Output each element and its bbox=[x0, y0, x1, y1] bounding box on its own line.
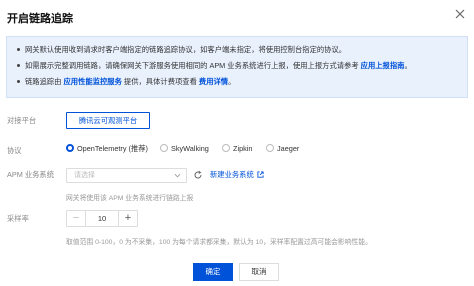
sampling-help-text: 取值范围 0-100，0 为不采集，100 为每个请求都采集，默认为 10，采样… bbox=[66, 239, 372, 246]
bullet-icon bbox=[17, 79, 20, 83]
new-system-link[interactable]: 新建业务系统 bbox=[210, 170, 264, 180]
apm-service-link[interactable]: 应用性能监控服务 bbox=[64, 77, 122, 86]
dialog-title: 开启链路追踪 bbox=[7, 13, 73, 25]
radio-zipkin[interactable]: Zipkin bbox=[222, 144, 252, 156]
sampling-input[interactable]: 10 bbox=[85, 211, 119, 226]
radio-skywalking[interactable]: SkyWalking bbox=[160, 144, 209, 156]
notice-line-1: 网关默认使用收到请求时客户端指定的链路追踪协议，如客户端未指定，将使用控制台指定… bbox=[17, 44, 457, 60]
external-link-icon bbox=[257, 171, 264, 178]
increment-button[interactable]: + bbox=[118, 211, 137, 226]
protocol-label: 协议 bbox=[7, 146, 22, 155]
radio-icon bbox=[160, 144, 168, 153]
cancel-button[interactable]: 取消 bbox=[239, 263, 279, 281]
apm-help-text: 网关将使用该 APM 业务系统进行链路上报 bbox=[66, 195, 194, 202]
radio-opentelemetry[interactable]: OpenTelemetry (推荐) bbox=[66, 144, 148, 156]
radio-checked-icon bbox=[66, 144, 74, 153]
pricing-link[interactable]: 费用详情 bbox=[199, 77, 228, 86]
sampling-label: 采样率 bbox=[7, 214, 29, 223]
info-notice: 网关默认使用收到请求时客户端指定的链路追踪协议，如客户端未指定，将使用控制台指定… bbox=[6, 36, 468, 98]
notice-line-2: 如需展示完整调用链路，请确保网关下游服务使用相同的 APM 业务系统进行上报，使… bbox=[17, 60, 457, 76]
sampling-stepper: − 10 + bbox=[66, 210, 138, 227]
radio-icon bbox=[222, 144, 230, 153]
apm-select[interactable]: 请选择 bbox=[66, 168, 187, 183]
bullet-icon bbox=[17, 63, 20, 67]
radio-icon bbox=[266, 144, 274, 153]
notice-line-3: 链路追踪由 应用性能监控服务 提供，具体计费项查看 费用详情。 bbox=[17, 76, 457, 92]
decrement-button[interactable]: − bbox=[67, 211, 86, 226]
chevron-down-icon bbox=[174, 173, 181, 178]
report-guide-link[interactable]: 应用上报指南 bbox=[361, 61, 405, 70]
bullet-icon bbox=[17, 47, 20, 51]
trace-dialog: 开启链路追踪 网关默认使用收到请求时客户端指定的链路追踪协议，如客户端未指定，将… bbox=[0, 0, 474, 286]
platform-label: 对接平台 bbox=[7, 116, 37, 125]
platform-button[interactable]: 腾讯云可观测平台 bbox=[66, 112, 150, 129]
confirm-button[interactable]: 确定 bbox=[193, 263, 233, 281]
apm-label: APM 业务系统 bbox=[7, 170, 55, 179]
refresh-icon[interactable] bbox=[193, 170, 203, 180]
radio-jaeger[interactable]: Jaeger bbox=[266, 144, 299, 156]
close-icon[interactable] bbox=[454, 8, 466, 20]
